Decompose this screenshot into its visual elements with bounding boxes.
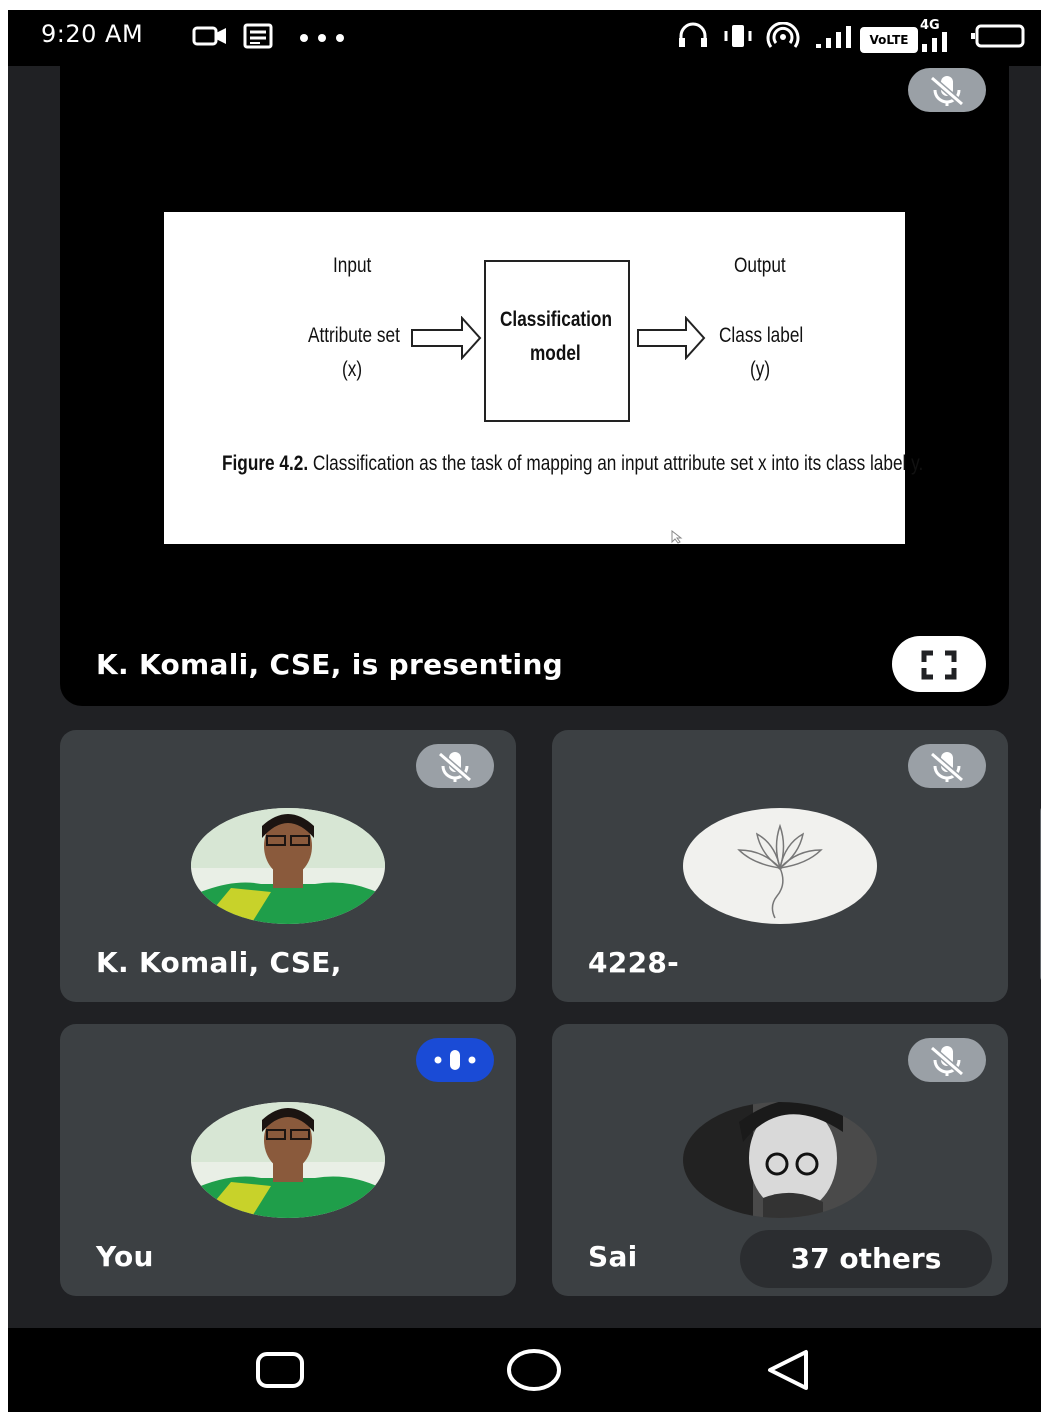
back-button[interactable] [762, 1346, 814, 1394]
participant-name: K. Komali, CSE, [96, 946, 342, 979]
slide-output-heading: Output [734, 254, 786, 277]
hotspot-icon [766, 22, 800, 48]
slide-output-label: Class label [719, 324, 804, 347]
participant-name: 4228- [588, 946, 680, 979]
signal-icon [816, 26, 851, 48]
side-panel-handle[interactable] [1040, 806, 1041, 982]
classification-model-box: Classification model [484, 260, 630, 422]
status-bar: 9:20 AM VoLTE 4G [8, 10, 1041, 66]
battery-icon [971, 24, 1025, 48]
arrow-right-icon [411, 316, 482, 360]
news-icon [243, 23, 273, 49]
presentation-view[interactable]: Input Attribute set (x) Classification m… [60, 60, 1009, 706]
fullscreen-icon [921, 650, 957, 680]
slide-caption-text: Classification as the task of mapping an… [312, 452, 924, 475]
mute-indicator [416, 744, 494, 788]
participant-name: Sai [588, 1240, 638, 1273]
presenter-mute-indicator [908, 68, 986, 112]
more-dots-icon [300, 34, 344, 42]
headset-icon [679, 22, 707, 47]
navigation-bar [8, 1328, 1041, 1412]
avatar [191, 808, 385, 924]
mic-off-icon [930, 75, 964, 107]
arrow-right-icon [637, 316, 706, 360]
mic-off-icon [930, 1045, 964, 1077]
participant-tile[interactable]: Sai 37 others [552, 1024, 1008, 1296]
mic-off-icon [930, 751, 964, 783]
participant-tile-self[interactable]: You [60, 1024, 516, 1296]
volte-icon: VoLTE [860, 27, 918, 53]
fullscreen-button[interactable] [892, 636, 986, 692]
shared-slide: Input Attribute set (x) Classification m… [164, 212, 923, 544]
home-button[interactable] [504, 1346, 564, 1394]
slide-input-symbol: (x) [342, 358, 363, 381]
slide-input-label: Attribute set [308, 324, 400, 347]
avatar [191, 1102, 385, 1218]
lotus-icon [683, 808, 877, 924]
mic-off-icon [438, 751, 472, 783]
cursor-icon [671, 530, 683, 544]
slide-caption: Figure 4.2. Classification as the task o… [222, 452, 923, 476]
presenting-label: K. Komali, CSE, is presenting [96, 648, 564, 681]
mute-indicator [908, 1038, 986, 1082]
avatar [683, 1102, 877, 1218]
slide-model-line1: Classification [500, 308, 612, 331]
vibrate-icon [724, 25, 752, 47]
recents-button[interactable] [252, 1348, 308, 1392]
meet-screen: 9:20 AM VoLTE 4G Input Attribute set (x)… [8, 10, 1041, 1412]
slide-output-symbol: (y) [750, 358, 771, 381]
participant-name: You [96, 1240, 154, 1273]
volte-label: VoLTE [869, 33, 909, 47]
status-time: 9:20 AM [41, 20, 144, 48]
avatar [683, 808, 877, 924]
participant-tile[interactable]: 4228- [552, 730, 1008, 1002]
video-camera-icon [192, 26, 226, 46]
participant-tile[interactable]: K. Komali, CSE, [60, 730, 516, 1002]
4g-signal-icon: 4G [918, 18, 962, 54]
speaking-indicator [416, 1038, 494, 1082]
slide-input-heading: Input [333, 254, 372, 277]
mute-indicator [908, 744, 986, 788]
others-count-button[interactable]: 37 others [740, 1230, 992, 1288]
slide-caption-bold: Figure 4.2. [222, 452, 309, 475]
audio-level-icon [434, 1050, 476, 1070]
slide-model-line2: model [530, 342, 581, 365]
